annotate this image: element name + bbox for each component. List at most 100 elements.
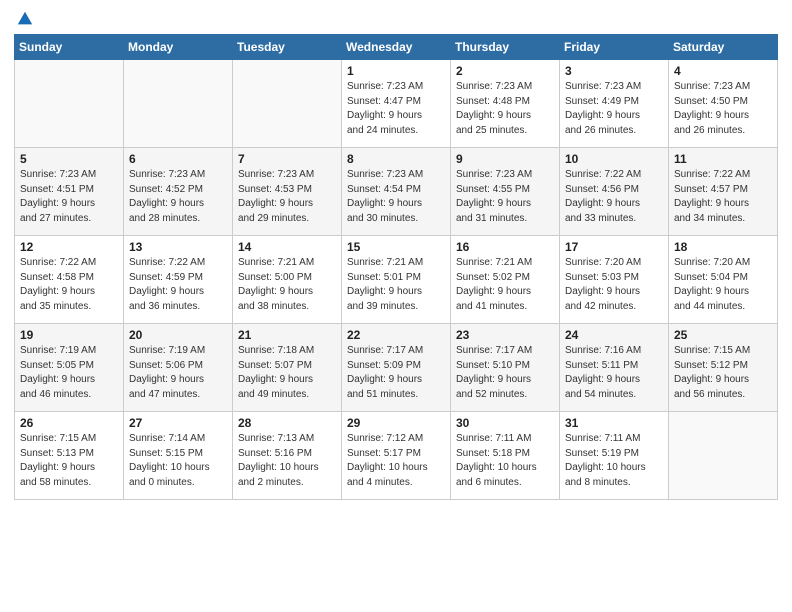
day-info: Sunrise: 7:19 AM Sunset: 5:05 PM Dayligh…	[20, 344, 118, 402]
day-number: 21	[238, 328, 336, 342]
day-number: 17	[565, 240, 663, 254]
day-number: 14	[238, 240, 336, 254]
day-info: Sunrise: 7:23 AM Sunset: 4:52 PM Dayligh…	[129, 168, 227, 226]
calendar-cell: 9 Sunrise: 7:23 AM Sunset: 4:55 PM Daylig…	[451, 148, 560, 236]
day-number: 13	[129, 240, 227, 254]
calendar-cell: 1Sunrise: 7:23 AM Sunset: 4:47 PM Daylig…	[342, 60, 451, 148]
calendar-cell: 5 Sunrise: 7:23 AM Sunset: 4:51 PM Daylig…	[15, 148, 124, 236]
calendar-cell	[124, 60, 233, 148]
day-info: Sunrise: 7:15 AM Sunset: 5:13 PM Dayligh…	[20, 432, 118, 490]
day-info: Sunrise: 7:23 AM Sunset: 4:47 PM Dayligh…	[347, 80, 445, 138]
calendar-cell: 7 Sunrise: 7:23 AM Sunset: 4:53 PM Daylig…	[233, 148, 342, 236]
day-info: Sunrise: 7:11 AM Sunset: 5:19 PM Dayligh…	[565, 432, 663, 490]
day-number: 28	[238, 416, 336, 430]
day-info: Sunrise: 7:20 AM Sunset: 5:04 PM Dayligh…	[674, 256, 772, 314]
col-sunday: Sunday	[15, 35, 124, 60]
calendar-cell: 31 Sunrise: 7:11 AM Sunset: 5:19 PM Dayli…	[560, 412, 669, 500]
day-info: Sunrise: 7:13 AM Sunset: 5:16 PM Dayligh…	[238, 432, 336, 490]
calendar-cell	[669, 412, 778, 500]
calendar-cell: 24 Sunrise: 7:16 AM Sunset: 5:11 PM Dayli…	[560, 324, 669, 412]
calendar-cell: 2Sunrise: 7:23 AM Sunset: 4:48 PM Daylig…	[451, 60, 560, 148]
day-number: 7	[238, 152, 336, 166]
day-number: 29	[347, 416, 445, 430]
day-info: Sunrise: 7:14 AM Sunset: 5:15 PM Dayligh…	[129, 432, 227, 490]
day-number: 8	[347, 152, 445, 166]
day-info: Sunrise: 7:23 AM Sunset: 4:49 PM Dayligh…	[565, 80, 663, 138]
calendar-week-row: 1Sunrise: 7:23 AM Sunset: 4:47 PM Daylig…	[15, 60, 778, 148]
col-thursday: Thursday	[451, 35, 560, 60]
day-number: 19	[20, 328, 118, 342]
logo-icon	[16, 10, 34, 28]
day-info: Sunrise: 7:17 AM Sunset: 5:10 PM Dayligh…	[456, 344, 554, 402]
calendar-cell: 17 Sunrise: 7:20 AM Sunset: 5:03 PM Dayli…	[560, 236, 669, 324]
calendar-cell: 27 Sunrise: 7:14 AM Sunset: 5:15 PM Dayli…	[124, 412, 233, 500]
col-monday: Monday	[124, 35, 233, 60]
day-info: Sunrise: 7:17 AM Sunset: 5:09 PM Dayligh…	[347, 344, 445, 402]
calendar-cell	[233, 60, 342, 148]
calendar-cell: 18 Sunrise: 7:20 AM Sunset: 5:04 PM Dayli…	[669, 236, 778, 324]
day-info: Sunrise: 7:21 AM Sunset: 5:01 PM Dayligh…	[347, 256, 445, 314]
calendar-week-row: 26Sunrise: 7:15 AM Sunset: 5:13 PM Dayli…	[15, 412, 778, 500]
day-info: Sunrise: 7:12 AM Sunset: 5:17 PM Dayligh…	[347, 432, 445, 490]
day-number: 3	[565, 64, 663, 78]
col-friday: Friday	[560, 35, 669, 60]
day-number: 31	[565, 416, 663, 430]
day-number: 23	[456, 328, 554, 342]
day-number: 15	[347, 240, 445, 254]
calendar-cell: 8 Sunrise: 7:23 AM Sunset: 4:54 PM Daylig…	[342, 148, 451, 236]
calendar-cell: 6 Sunrise: 7:23 AM Sunset: 4:52 PM Daylig…	[124, 148, 233, 236]
day-info: Sunrise: 7:20 AM Sunset: 5:03 PM Dayligh…	[565, 256, 663, 314]
col-wednesday: Wednesday	[342, 35, 451, 60]
day-info: Sunrise: 7:11 AM Sunset: 5:18 PM Dayligh…	[456, 432, 554, 490]
day-info: Sunrise: 7:16 AM Sunset: 5:11 PM Dayligh…	[565, 344, 663, 402]
day-number: 6	[129, 152, 227, 166]
day-number: 25	[674, 328, 772, 342]
day-number: 27	[129, 416, 227, 430]
calendar-cell: 19 Sunrise: 7:19 AM Sunset: 5:05 PM Dayli…	[15, 324, 124, 412]
day-info: Sunrise: 7:23 AM Sunset: 4:53 PM Dayligh…	[238, 168, 336, 226]
calendar-cell: 4Sunrise: 7:23 AM Sunset: 4:50 PM Daylig…	[669, 60, 778, 148]
day-info: Sunrise: 7:23 AM Sunset: 4:50 PM Dayligh…	[674, 80, 772, 138]
calendar-cell: 16 Sunrise: 7:21 AM Sunset: 5:02 PM Dayli…	[451, 236, 560, 324]
day-info: Sunrise: 7:23 AM Sunset: 4:51 PM Dayligh…	[20, 168, 118, 226]
calendar-cell: 20 Sunrise: 7:19 AM Sunset: 5:06 PM Dayli…	[124, 324, 233, 412]
calendar-cell: 13 Sunrise: 7:22 AM Sunset: 4:59 PM Dayli…	[124, 236, 233, 324]
day-info: Sunrise: 7:22 AM Sunset: 4:59 PM Dayligh…	[129, 256, 227, 314]
day-number: 22	[347, 328, 445, 342]
day-number: 12	[20, 240, 118, 254]
calendar-cell: 29 Sunrise: 7:12 AM Sunset: 5:17 PM Dayli…	[342, 412, 451, 500]
day-number: 20	[129, 328, 227, 342]
calendar-cell: 12Sunrise: 7:22 AM Sunset: 4:58 PM Dayli…	[15, 236, 124, 324]
day-info: Sunrise: 7:23 AM Sunset: 4:54 PM Dayligh…	[347, 168, 445, 226]
day-number: 5	[20, 152, 118, 166]
day-number: 9	[456, 152, 554, 166]
calendar-cell: 11 Sunrise: 7:22 AM Sunset: 4:57 PM Dayli…	[669, 148, 778, 236]
day-number: 16	[456, 240, 554, 254]
calendar-cell: 10Sunrise: 7:22 AM Sunset: 4:56 PM Dayli…	[560, 148, 669, 236]
day-number: 11	[674, 152, 772, 166]
day-number: 10	[565, 152, 663, 166]
day-info: Sunrise: 7:19 AM Sunset: 5:06 PM Dayligh…	[129, 344, 227, 402]
calendar-cell	[15, 60, 124, 148]
day-info: Sunrise: 7:21 AM Sunset: 5:00 PM Dayligh…	[238, 256, 336, 314]
day-info: Sunrise: 7:21 AM Sunset: 5:02 PM Dayligh…	[456, 256, 554, 314]
calendar-table: Sunday Monday Tuesday Wednesday Thursday…	[14, 34, 778, 500]
calendar-cell: 14 Sunrise: 7:21 AM Sunset: 5:00 PM Dayli…	[233, 236, 342, 324]
day-number: 24	[565, 328, 663, 342]
day-info: Sunrise: 7:23 AM Sunset: 4:55 PM Dayligh…	[456, 168, 554, 226]
calendar-cell: 21 Sunrise: 7:18 AM Sunset: 5:07 PM Dayli…	[233, 324, 342, 412]
calendar-week-row: 19 Sunrise: 7:19 AM Sunset: 5:05 PM Dayli…	[15, 324, 778, 412]
day-info: Sunrise: 7:18 AM Sunset: 5:07 PM Dayligh…	[238, 344, 336, 402]
day-info: Sunrise: 7:15 AM Sunset: 5:12 PM Dayligh…	[674, 344, 772, 402]
calendar-header-row: Sunday Monday Tuesday Wednesday Thursday…	[15, 35, 778, 60]
day-info: Sunrise: 7:22 AM Sunset: 4:57 PM Dayligh…	[674, 168, 772, 226]
day-number: 30	[456, 416, 554, 430]
calendar-cell: 28 Sunrise: 7:13 AM Sunset: 5:16 PM Dayli…	[233, 412, 342, 500]
col-saturday: Saturday	[669, 35, 778, 60]
page-header	[14, 10, 778, 28]
day-number: 18	[674, 240, 772, 254]
calendar-cell: 3 Sunrise: 7:23 AM Sunset: 4:49 PM Daylig…	[560, 60, 669, 148]
calendar-week-row: 5 Sunrise: 7:23 AM Sunset: 4:51 PM Daylig…	[15, 148, 778, 236]
page-container: Sunday Monday Tuesday Wednesday Thursday…	[0, 0, 792, 510]
day-number: 2	[456, 64, 554, 78]
